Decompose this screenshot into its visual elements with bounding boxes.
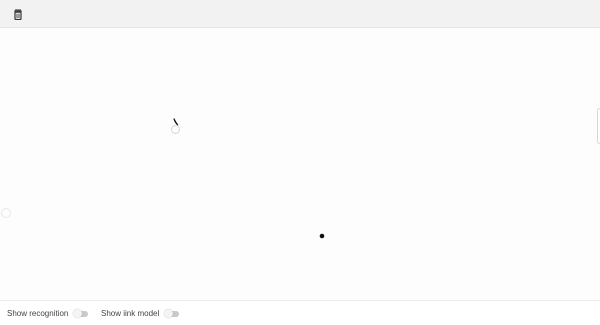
pointer-ring [171, 125, 180, 134]
show-recognition-group: Show recognition [7, 307, 89, 321]
show-recognition-label: Show recognition [7, 309, 69, 318]
ink-canvas[interactable] [0, 28, 600, 300]
show-iink-model-group: Show iink model [101, 307, 180, 321]
toolbar [0, 0, 600, 28]
clear-button[interactable] [10, 6, 26, 22]
trash-icon [14, 9, 22, 20]
toggle-knob [164, 309, 174, 318]
show-recognition-toggle[interactable] [73, 309, 89, 318]
show-iink-model-toggle[interactable] [164, 309, 180, 318]
ink-strokes [171, 118, 325, 239]
toggle-knob [73, 309, 83, 318]
ink-dot [319, 233, 325, 239]
show-iink-model-label: Show iink model [101, 309, 160, 318]
ink-editor-app: Show recognition Show iink model [0, 0, 600, 325]
ink-stroke [173, 118, 179, 126]
footer-bar: Show recognition Show iink model [0, 300, 600, 325]
faint-marker [1, 208, 11, 218]
